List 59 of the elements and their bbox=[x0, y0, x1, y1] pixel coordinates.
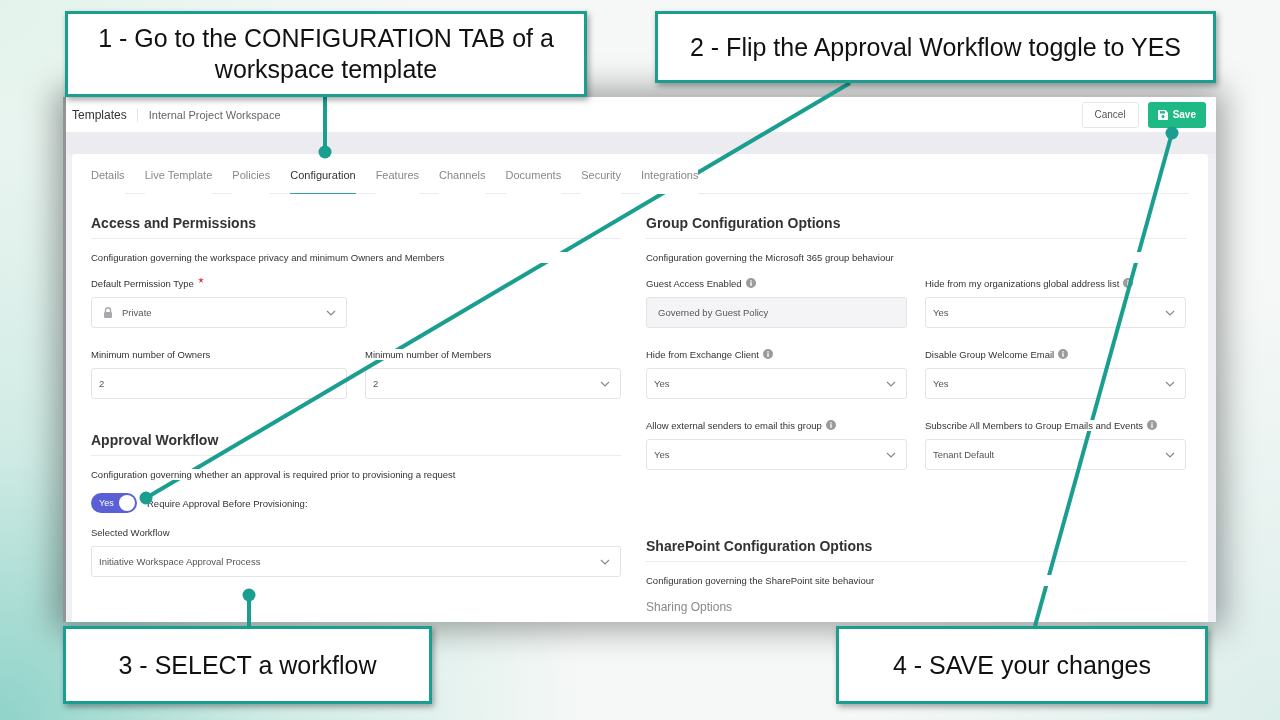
breadcrumb-link[interactable]: Templates bbox=[72, 107, 138, 122]
tab[interactable]: Features bbox=[375, 169, 420, 194]
field-label: Allow external senders to email this group bbox=[646, 419, 822, 431]
chevron-icon bbox=[326, 309, 336, 316]
dropdown[interactable]: 2 bbox=[365, 368, 621, 399]
tab[interactable]: Policies bbox=[232, 169, 271, 194]
tab[interactable]: Documents bbox=[505, 169, 562, 194]
callout-box: 4 - SAVE your changes bbox=[836, 626, 1208, 704]
field-label: Guest Access Enabled bbox=[646, 277, 742, 289]
tab[interactable]: Live Template bbox=[144, 169, 213, 194]
breadcrumb-current: Internal Project Workspace bbox=[147, 108, 281, 121]
field-label: Hide from my organizations global address list bbox=[925, 277, 1120, 289]
chevron-icon bbox=[600, 380, 610, 387]
chevron-icon bbox=[600, 558, 610, 565]
callout-box: 2 - Flip the Approval Workflow toggle to YES bbox=[655, 11, 1216, 83]
section-heading: Access and Permissions bbox=[91, 215, 621, 239]
info-icon[interactable] bbox=[1147, 420, 1158, 430]
subsection-heading: Sharing Options bbox=[646, 600, 734, 614]
chevron-icon bbox=[1165, 380, 1175, 387]
cancel-button[interactable]: Cancel bbox=[1081, 101, 1139, 128]
toggle-switch[interactable]: Yes bbox=[91, 493, 137, 513]
chevron-icon bbox=[1165, 309, 1175, 316]
dropdown[interactable]: Yes bbox=[925, 297, 1186, 328]
field-label: Disable Group Welcome Email bbox=[925, 348, 1055, 360]
dropdown[interactable]: Initiative Workspace Approval Process bbox=[91, 546, 621, 577]
field-label: Hide from Exchange Client bbox=[646, 348, 759, 360]
save-icon bbox=[1157, 109, 1168, 120]
field-label: Selected Workflow bbox=[91, 526, 170, 538]
chevron-icon bbox=[886, 380, 896, 387]
callout-box: 1 - Go to the CONFIGURATION TAB of a workspace template bbox=[65, 11, 587, 97]
dropdown[interactable]: Yes bbox=[646, 368, 907, 399]
tab[interactable]: Security bbox=[581, 169, 621, 194]
tab[interactable]: Integrations bbox=[640, 169, 699, 194]
chevron-icon bbox=[886, 451, 896, 458]
tab[interactable]: Configuration bbox=[290, 169, 356, 194]
dropdown[interactable]: Yes bbox=[925, 368, 1186, 399]
tab[interactable]: Channels bbox=[439, 169, 486, 194]
dropdown[interactable]: Yes bbox=[646, 439, 907, 470]
section-heading: SharePoint Configuration Options bbox=[646, 538, 1186, 562]
info-icon[interactable] bbox=[825, 420, 836, 430]
section-heading: Approval Workflow bbox=[91, 432, 621, 456]
field-label: Subscribe All Members to Group Emails and Events bbox=[925, 419, 1144, 431]
lock-icon bbox=[103, 307, 113, 318]
number-field[interactable]: 2 bbox=[91, 368, 347, 399]
info-icon[interactable] bbox=[1058, 349, 1069, 359]
dropdown[interactable]: Private bbox=[91, 297, 347, 328]
section-heading: Group Configuration Options bbox=[646, 215, 1186, 239]
field-label: Default Permission Type bbox=[91, 277, 194, 289]
field-label: Minimum number of Owners bbox=[91, 348, 211, 360]
dropdown[interactable]: Tenant Default bbox=[925, 439, 1186, 470]
callout-box: 3 - SELECT a workflow bbox=[63, 626, 432, 704]
readonly-field: Governed by Guest Policy bbox=[646, 297, 907, 328]
leader-line bbox=[242, 588, 256, 626]
info-icon[interactable] bbox=[745, 278, 756, 288]
chevron-icon bbox=[1165, 451, 1175, 458]
info-icon[interactable] bbox=[763, 349, 773, 359]
field-label: Minimum number of Members bbox=[365, 348, 492, 360]
info-icon[interactable] bbox=[1123, 278, 1134, 288]
tab[interactable]: Details bbox=[91, 169, 125, 194]
